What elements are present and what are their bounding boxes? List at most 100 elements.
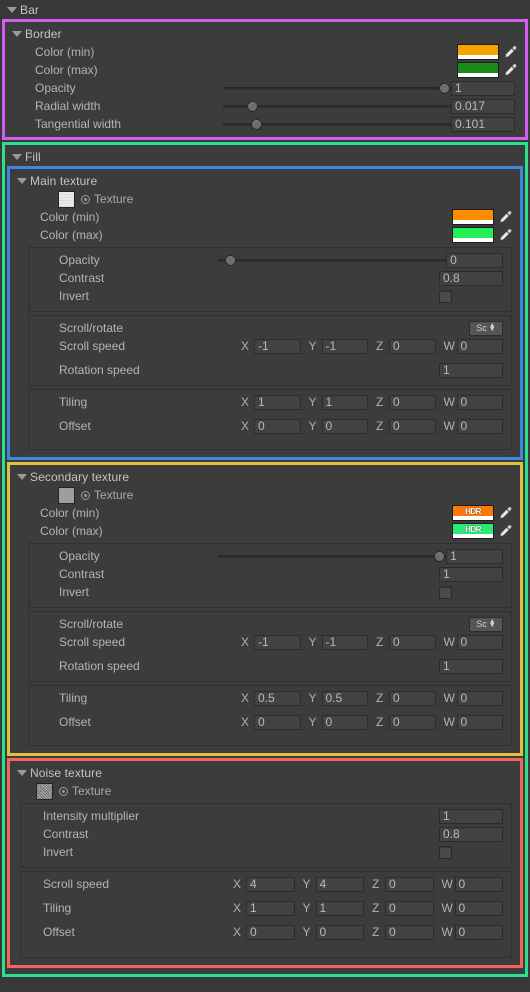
color-field-border-min[interactable]	[457, 44, 517, 60]
value-main-rotation-speed[interactable]: 1	[439, 362, 503, 378]
value-offset-w[interactable]: 0	[456, 418, 503, 434]
value-tiling-x[interactable]: 1	[246, 900, 295, 916]
slider-border-opacity[interactable]	[223, 80, 451, 96]
value-tiling-w[interactable]: 0	[456, 394, 503, 410]
value-offset-z[interactable]: 0	[385, 924, 434, 940]
value-offset-z[interactable]: 0	[389, 418, 436, 434]
foldout-bar[interactable]: Bar	[0, 0, 530, 19]
value-offset-y[interactable]: 0	[315, 924, 364, 940]
value-scroll-speed-x[interactable]: -1	[254, 338, 301, 354]
value-scroll-speed-z[interactable]: 0	[389, 634, 436, 650]
value-tiling-z[interactable]: 0	[385, 900, 434, 916]
value-scroll-speed-y[interactable]: -1	[321, 338, 368, 354]
eyedropper-icon[interactable]	[498, 209, 512, 225]
value-scroll-speed-z[interactable]: 0	[389, 338, 436, 354]
value-tiling-z[interactable]: 0	[389, 690, 436, 706]
chevron-down-icon[interactable]	[6, 4, 17, 15]
value-secondary-rotation-speed[interactable]: 1	[439, 658, 503, 674]
checkbox-noise-invert[interactable]	[439, 845, 452, 859]
chevron-down-icon[interactable]	[11, 28, 22, 39]
value-main-contrast[interactable]: 0.8	[439, 270, 503, 286]
color-field-secondary-max[interactable]: HDR	[452, 523, 512, 539]
eyedropper-icon[interactable]	[498, 227, 512, 243]
slider-border-tangential-width[interactable]	[223, 116, 451, 132]
value-border-radial-width[interactable]: 0.017	[451, 98, 515, 114]
color-field-main-min[interactable]	[452, 209, 512, 225]
value-offset-w[interactable]: 0	[456, 714, 503, 730]
chevron-down-icon[interactable]	[11, 151, 22, 162]
eyedropper-icon[interactable]	[498, 505, 512, 521]
value-offset-x[interactable]: 0	[246, 924, 295, 940]
color-swatch-hdr[interactable]: HDR	[452, 523, 494, 539]
slider-secondary-opacity[interactable]	[218, 548, 447, 564]
foldout-fill[interactable]: Fill	[5, 147, 525, 166]
value-tiling-w[interactable]: 0	[454, 900, 503, 916]
color-swatch[interactable]	[452, 209, 494, 225]
slider-knob[interactable]	[434, 551, 446, 562]
value-noise-intensity[interactable]: 1	[439, 808, 503, 824]
chevron-down-icon[interactable]	[16, 471, 27, 482]
value-offset-y[interactable]: 0	[321, 418, 368, 434]
object-field-secondary-texture[interactable]: Texture	[10, 486, 520, 504]
dropdown-main-scroll-mode[interactable]: Sc ▲ ▼	[469, 320, 503, 336]
foldout-main-texture[interactable]: Main texture	[10, 171, 520, 190]
object-field-noise-texture[interactable]: Texture	[10, 782, 520, 800]
value-scroll-speed-w[interactable]: 0	[454, 876, 503, 892]
object-picker-icon[interactable]	[59, 786, 68, 796]
slider-knob[interactable]	[439, 83, 450, 94]
object-picker-icon[interactable]	[81, 490, 90, 500]
object-picker-icon[interactable]	[81, 194, 90, 204]
value-tiling-x[interactable]: 0.5	[254, 690, 301, 706]
value-tiling-y[interactable]: 1	[321, 394, 368, 410]
texture-thumbnail[interactable]	[36, 782, 53, 800]
color-swatch[interactable]	[457, 44, 499, 60]
value-scroll-speed-z[interactable]: 0	[385, 876, 434, 892]
slider-knob[interactable]	[246, 101, 258, 112]
checkbox-main-invert[interactable]	[439, 289, 452, 303]
value-tiling-x[interactable]: 1	[254, 394, 301, 410]
value-scroll-speed-x[interactable]: -1	[254, 634, 301, 650]
checkbox-secondary-invert[interactable]	[439, 585, 452, 599]
value-border-tangential-width[interactable]: 0.101	[451, 116, 515, 132]
value-offset-x[interactable]: 0	[254, 418, 301, 434]
object-field-main-texture[interactable]: Texture	[10, 190, 520, 208]
texture-thumbnail[interactable]	[58, 486, 75, 504]
value-tiling-w[interactable]: 0	[456, 690, 503, 706]
foldout-secondary-texture[interactable]: Secondary texture	[10, 467, 520, 486]
slider-knob[interactable]	[251, 119, 263, 130]
value-scroll-speed-x[interactable]: 4	[246, 876, 295, 892]
value-secondary-contrast[interactable]: 1	[439, 566, 503, 582]
value-offset-y[interactable]: 0	[321, 714, 368, 730]
value-offset-w[interactable]: 0	[454, 924, 503, 940]
value-offset-x[interactable]: 0	[254, 714, 301, 730]
color-field-main-max[interactable]	[452, 227, 512, 243]
value-secondary-opacity[interactable]: 1	[446, 548, 503, 564]
eyedropper-icon[interactable]	[498, 523, 512, 539]
value-scroll-speed-w[interactable]: 0	[456, 634, 503, 650]
color-swatch[interactable]	[452, 227, 494, 243]
value-tiling-y[interactable]: 1	[315, 900, 364, 916]
color-swatch[interactable]	[457, 62, 499, 78]
color-field-secondary-min[interactable]: HDR	[452, 505, 512, 521]
value-scroll-speed-y[interactable]: 4	[315, 876, 364, 892]
value-scroll-speed-y[interactable]: -1	[321, 634, 368, 650]
color-swatch-hdr[interactable]: HDR	[452, 505, 494, 521]
value-border-opacity[interactable]: 1	[451, 80, 515, 96]
dropdown-secondary-scroll-mode[interactable]: Sc ▲ ▼	[469, 616, 503, 632]
eyedropper-icon[interactable]	[503, 44, 517, 60]
foldout-border[interactable]: Border	[5, 24, 525, 43]
chevron-down-icon[interactable]	[16, 175, 27, 186]
foldout-noise-texture[interactable]: Noise texture	[10, 763, 520, 782]
chevron-down-icon[interactable]	[16, 767, 27, 778]
eyedropper-icon[interactable]	[503, 62, 517, 78]
texture-thumbnail[interactable]	[58, 190, 75, 208]
slider-border-radial-width[interactable]	[223, 98, 451, 114]
value-scroll-speed-w[interactable]: 0	[456, 338, 503, 354]
value-noise-contrast[interactable]: 0.8	[439, 826, 503, 842]
value-offset-z[interactable]: 0	[389, 714, 436, 730]
slider-knob[interactable]	[224, 255, 236, 266]
slider-main-opacity[interactable]	[218, 252, 447, 268]
value-main-opacity[interactable]: 0	[446, 252, 503, 268]
color-field-border-max[interactable]	[457, 62, 517, 78]
value-tiling-y[interactable]: 0.5	[321, 690, 368, 706]
